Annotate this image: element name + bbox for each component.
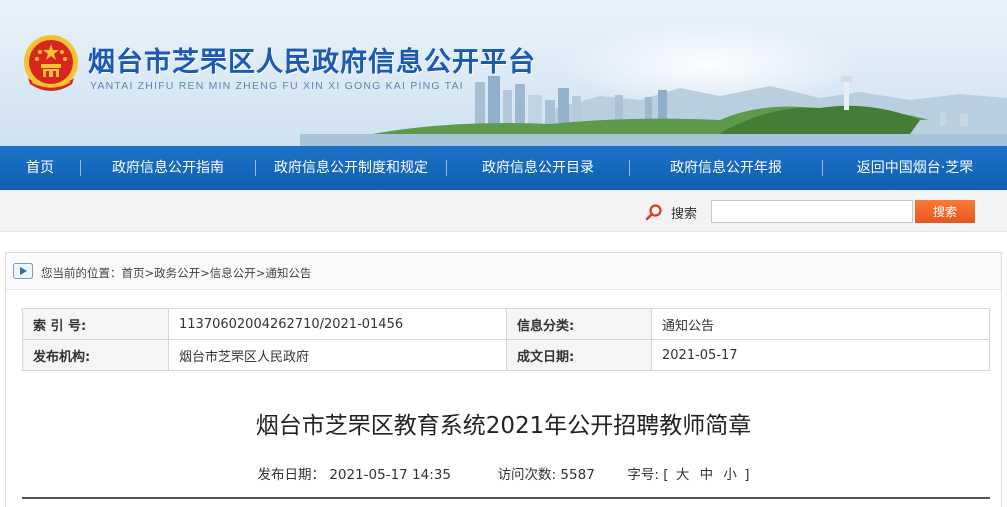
font-size-medium-link[interactable]: 中 bbox=[697, 463, 717, 483]
search-bar: 搜索 搜索 bbox=[0, 190, 1007, 232]
article-meta: 发布日期： 2021-05-17 14:35 访问次数: 5587 字号: [ … bbox=[6, 463, 1001, 483]
breadcrumb: 您当前的位置：首页>政务公开>信息公开>通知公告 bbox=[6, 253, 1001, 290]
date-value: 2021-05-17 bbox=[651, 339, 990, 371]
visit-count-label: 访问次数: bbox=[497, 467, 557, 483]
article-title: 烟台市芝罘区教育系统2021年公开招聘教师简章 bbox=[255, 413, 752, 439]
category-value: 通知公告 bbox=[651, 308, 990, 340]
index-number-label: 索 引 号: bbox=[22, 308, 169, 340]
nav-item-guide[interactable]: 政府信息公开指南 bbox=[81, 146, 255, 190]
nav-item-home[interactable]: 首页 bbox=[0, 146, 80, 190]
site-banner: 烟台市芝罘区人民政府信息公开平台 YANTAI ZHIFU REN MIN ZH… bbox=[0, 0, 1007, 146]
nav-item-annual-report[interactable]: 政府信息公开年报 bbox=[630, 146, 822, 190]
nav-item-return-zhifu[interactable]: 返回中国烟台·芝罘 bbox=[823, 146, 1007, 190]
publish-date-value: 2021-05-17 14:35 bbox=[329, 467, 451, 483]
table-row: 索 引 号: 11370602004262710/2021-01456 信息分类… bbox=[22, 308, 990, 340]
main-nav: 首页 政府信息公开指南 政府信息公开制度和规定 政府信息公开目录 政府信息公开年… bbox=[0, 146, 1007, 190]
city-skyline-illustration bbox=[300, 76, 1007, 146]
search-icon bbox=[645, 204, 662, 221]
nav-item-catalog[interactable]: 政府信息公开目录 bbox=[447, 146, 629, 190]
article-divider bbox=[22, 497, 990, 499]
publisher-label: 发布机构: bbox=[22, 339, 169, 371]
publisher-value: 烟台市芝罘区人民政府 bbox=[168, 339, 507, 371]
index-number-value: 11370602004262710/2021-01456 bbox=[168, 308, 507, 340]
search-input[interactable] bbox=[711, 200, 913, 223]
category-label: 信息分类: bbox=[506, 308, 652, 340]
font-size-bracket-close: ] bbox=[744, 467, 750, 483]
search-button[interactable]: 搜索 bbox=[915, 200, 975, 223]
publish-date-label: 发布日期： bbox=[257, 467, 326, 483]
national-emblem-icon bbox=[24, 35, 78, 91]
font-size-label: 字号: bbox=[627, 467, 659, 483]
play-arrow-icon bbox=[13, 263, 33, 279]
visit-count-value: 5587 bbox=[560, 467, 595, 483]
font-size-bracket-open: [ bbox=[663, 467, 669, 483]
font-size-large-link[interactable]: 大 bbox=[673, 463, 693, 483]
font-size-small-link[interactable]: 小 bbox=[720, 463, 740, 483]
date-label: 成文日期: bbox=[506, 339, 652, 371]
table-row: 发布机构: 烟台市芝罘区人民政府 成文日期: 2021-05-17 bbox=[22, 339, 990, 371]
breadcrumb-text: 您当前的位置：首页>政务公开>信息公开>通知公告 bbox=[41, 266, 312, 280]
nav-item-regulations[interactable]: 政府信息公开制度和规定 bbox=[256, 146, 446, 190]
content-panel: 您当前的位置：首页>政务公开>信息公开>通知公告 索 引 号: 11370602… bbox=[5, 252, 1002, 507]
search-label: 搜索 bbox=[671, 207, 698, 222]
document-meta-table: 索 引 号: 11370602004262710/2021-01456 信息分类… bbox=[22, 308, 990, 371]
